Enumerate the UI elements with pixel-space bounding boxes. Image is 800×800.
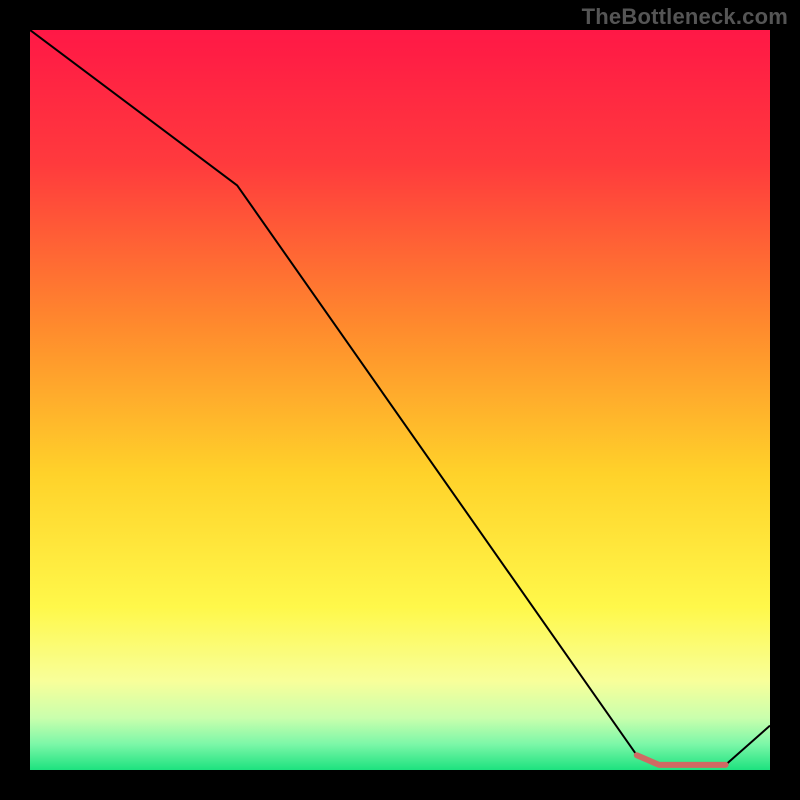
- watermark-text: TheBottleneck.com: [582, 4, 788, 30]
- plot-area: [30, 30, 770, 770]
- chart-frame: TheBottleneck.com: [0, 0, 800, 800]
- chart-lines: [30, 30, 770, 770]
- marker-band: [637, 755, 726, 765]
- data-line: [30, 30, 770, 765]
